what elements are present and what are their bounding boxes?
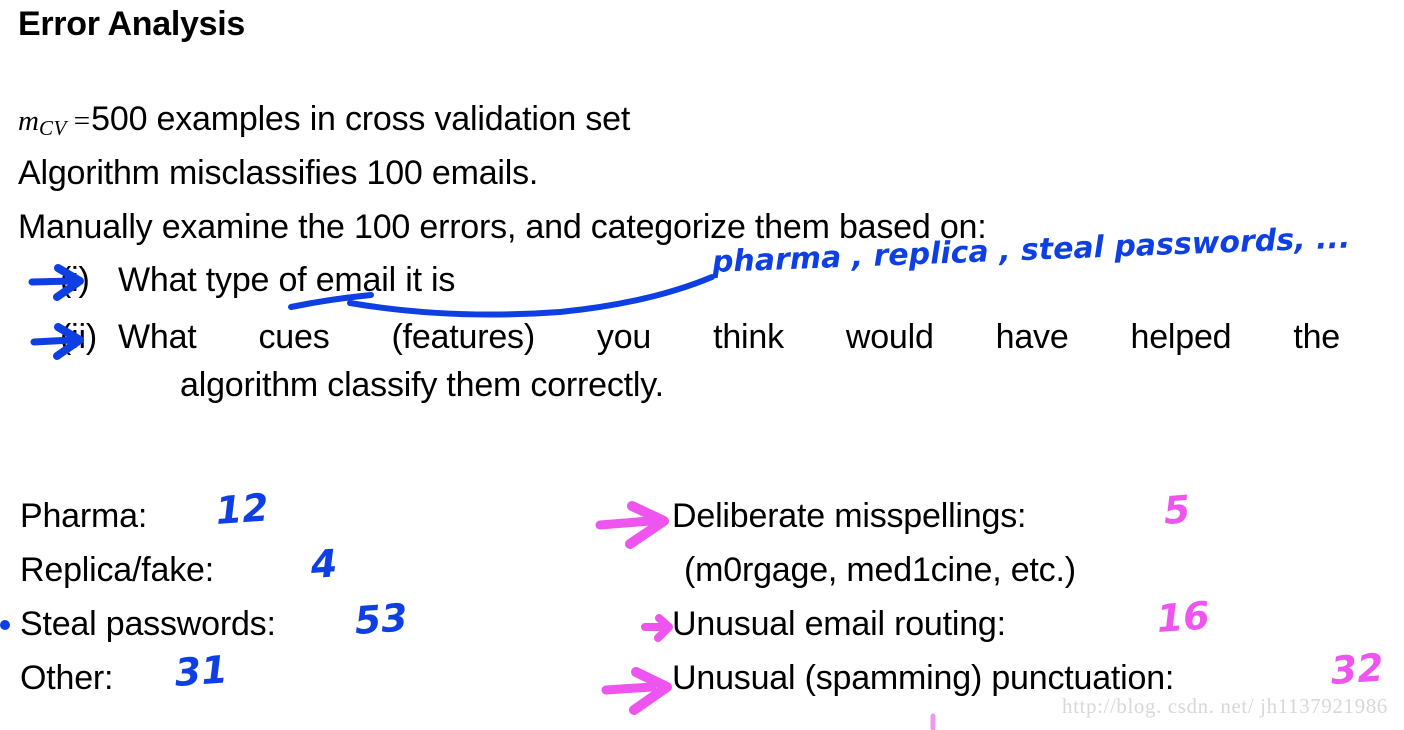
cue-row: Unusual (spamming) punctuation:: [672, 659, 1175, 697]
list-item-ii-text: What cues (features) you think would hav…: [118, 318, 1340, 356]
list-item-ii-label: (ii): [60, 318, 97, 356]
handwritten-count-other: 31: [173, 647, 229, 695]
cue-row-examples: (m0rgage, med1cine, etc.): [684, 551, 1076, 589]
math-expression-mcv: mCV =: [18, 105, 91, 140]
category-row: Other:: [20, 659, 114, 697]
magenta-arrow-icon-punctuation: [601, 667, 672, 715]
handwritten-count-misspellings: 5: [1162, 487, 1192, 533]
handwritten-count-email-routing: 16: [1155, 593, 1211, 641]
magenta-arrow-icon-email-routing: [641, 614, 673, 642]
cue-row: Unusual email routing:: [672, 605, 1006, 643]
category-row: Pharma:: [20, 497, 148, 535]
cross-validation-text: 500 examples in cross validation set: [91, 100, 631, 138]
handwritten-count-steal-passwords: 53: [353, 595, 409, 643]
list-item-i-label: (i): [60, 261, 90, 299]
math-variable-m: m: [18, 105, 39, 137]
math-equals-sign: =: [73, 105, 91, 137]
magenta-arrow-icon-misspellings: [595, 501, 669, 549]
list-item-i-text: What type of email it is: [118, 261, 456, 299]
list-item-ii-continuation: algorithm classify them correctly.: [180, 366, 664, 404]
handwritten-count-punctuation: 32: [1329, 645, 1385, 693]
list-item-i: (i) What type of email it is: [60, 254, 455, 306]
list-item-ii: (ii) What cues (features) you think would…: [60, 311, 1400, 363]
math-subscript-cv: CV: [38, 116, 67, 140]
category-row: Replica/fake:: [20, 551, 214, 589]
slide-canvas: Error Analysis mCV =500 examples in cross…: [0, 0, 1404, 730]
blue-bullet-dot-steal-passwords: [0, 620, 10, 630]
watermark-text: http://blog. csdn. net/ jh1137921986: [1062, 694, 1388, 718]
handwritten-count-pharma: 12: [214, 485, 270, 533]
page-title: Error Analysis: [18, 5, 245, 43]
algorithm-misclassifies-line: Algorithm misclassifies 100 emails.: [18, 154, 539, 192]
cue-row: Deliberate misspellings:: [672, 497, 1027, 535]
category-row: Steal passwords:: [20, 605, 276, 643]
handwritten-count-replica: 4: [309, 541, 339, 587]
